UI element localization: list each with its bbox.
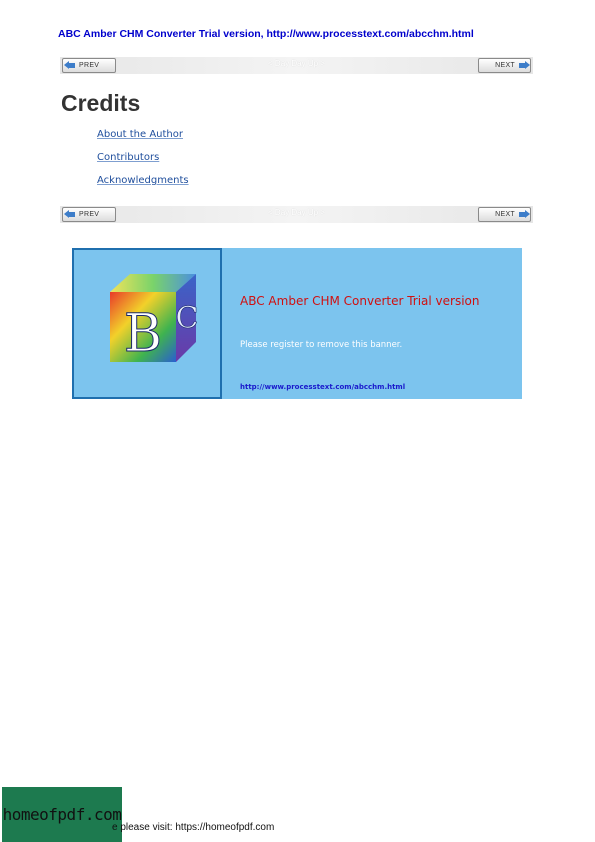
cube-letter-c: C bbox=[176, 301, 199, 336]
ad-logo-frame: B C bbox=[72, 248, 222, 399]
next-button-label: NEXT bbox=[495, 62, 515, 69]
next-button[interactable]: NEXT bbox=[478, 58, 531, 73]
link-contributors[interactable]: Contributors bbox=[97, 152, 159, 163]
page-title: Credits bbox=[61, 90, 141, 116]
ad-url-link[interactable]: http://www.processtext.com/abcchm.html bbox=[240, 383, 405, 391]
next-button-bottom[interactable]: NEXT bbox=[478, 207, 531, 222]
nav-center-label: < Day Day Up > bbox=[268, 59, 325, 68]
link-acknowledgments[interactable]: Acknowledgments bbox=[97, 175, 189, 186]
cube-letter-b: B bbox=[124, 304, 162, 364]
ad-title: ABC Amber CHM Converter Trial version bbox=[240, 294, 480, 308]
next-button-label: NEXT bbox=[495, 211, 515, 218]
link-about-the-author[interactable]: About the Author bbox=[97, 129, 183, 140]
bottom-nav-bar: PREV < Day Day Up > NEXT bbox=[60, 206, 533, 223]
trial-banner-link[interactable]: ABC Amber CHM Converter Trial version, h… bbox=[58, 28, 474, 40]
top-nav-bar: PREV < Day Day Up > NEXT bbox=[60, 57, 533, 74]
converter-ad-banner[interactable]: B C ABC Amber CHM Converter Trial versio… bbox=[72, 248, 522, 399]
footer-visit-text: e please visit: https://homeofpdf.com bbox=[112, 822, 275, 833]
arrow-right-icon bbox=[519, 210, 530, 219]
nav-center-label: < Day Day Up > bbox=[268, 208, 325, 217]
arrow-right-icon bbox=[519, 61, 530, 70]
colorful-cube-icon: B C bbox=[110, 274, 199, 365]
homeofpdf-logo[interactable]: homeofpdf.com bbox=[2, 787, 122, 842]
ad-subtitle: Please register to remove this banner. bbox=[240, 340, 403, 350]
